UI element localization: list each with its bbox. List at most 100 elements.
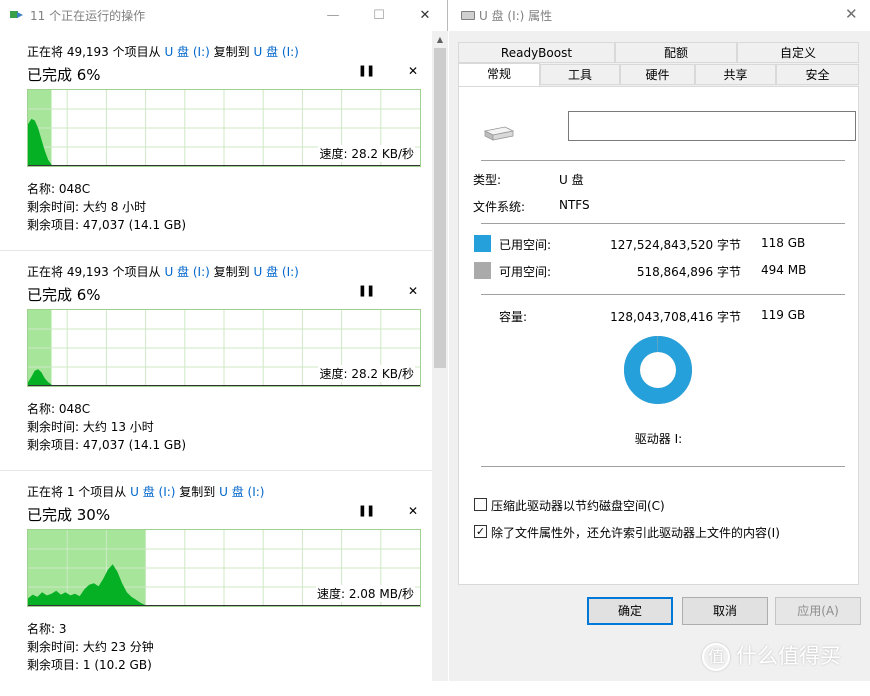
usb-drive-icon [483,126,515,141]
items-remaining-row: 剩余项目: 47,037 (14.1 GB) [27,216,186,234]
close-icon: ✕ [407,284,419,298]
used-space-swatch [474,235,491,252]
vertical-scrollbar[interactable]: ▲ [432,31,448,681]
tab-readyboost[interactable]: ReadyBoost [458,42,615,63]
name-label: 名称: [27,182,56,196]
cancel-button[interactable]: 取消 [682,597,768,625]
compress-drive-label[interactable]: 压缩此驱动器以节约磁盘空间(C) [491,497,665,514]
items-remaining-row: 剩余项目: 47,037 (14.1 GB) [27,436,186,454]
items-remaining-label: 剩余项目: [27,218,80,232]
used-space-bytes: 127,524,843,520 字节 [610,238,741,252]
operation-headline: 正在将 49,193 个项目从 U 盘 (I:) 复制到 U 盘 (I:) [27,263,299,280]
speed-label: 速度: [316,587,345,601]
type-value: U 盘 [559,173,584,187]
time-remaining-value: 大约 8 小时 [82,200,147,214]
drive-properties-window: U 盘 (I:) 属性 ✕ ReadyBoost 配额 自定义 工具 硬件 共享… [449,0,870,681]
operation-headline: 正在将 49,193 个项目从 U 盘 (I:) 复制到 U 盘 (I:) [27,43,299,60]
compress-drive-checkbox[interactable] [474,498,487,511]
destination-link[interactable]: U 盘 (I:) [253,45,298,59]
speed-label: 速度: [319,147,348,161]
disk-usage-donut [624,336,692,404]
properties-title: U 盘 (I:) 属性 [479,9,553,23]
cancel-operation-button[interactable]: ✕ [403,504,423,522]
close-icon[interactable]: ✕ [845,5,858,23]
name-value: 048C [58,182,91,196]
minimize-button[interactable]: — [310,0,356,31]
name-label: 名称: [27,402,56,416]
copy-window-titlebar[interactable]: 11 个正在运行的操作 — ☐ ✕ [0,0,448,31]
used-space-label: 已用空间: [499,238,552,252]
items-remaining-row: 剩余项目: 1 (10.2 GB) [27,656,154,674]
divider [481,466,845,467]
properties-titlebar[interactable]: U 盘 (I:) 属性 ✕ [449,0,870,31]
tab-quota[interactable]: 配额 [615,42,737,63]
copy-operation-3: 正在将 1 个项目从 U 盘 (I:) 复制到 U 盘 (I:) 已完成 30% ❚… [0,476,432,696]
time-remaining-label: 剩余时间: [27,640,80,654]
time-remaining-row: 剩余时间: 大约 23 分钟 [27,638,154,656]
divider [0,470,432,471]
free-space-bytes: 518,864,896 字节 [636,265,741,279]
divider [481,223,845,224]
watermark-text: 什么值得买 [736,644,841,668]
drive-name-input[interactable] [568,111,856,141]
divider [0,250,432,251]
apply-button[interactable]: 应用(A) [775,597,861,625]
headline-mid: 复制到 [213,265,250,279]
percent-complete: 已完成 6% [27,286,101,304]
cancel-operation-button[interactable]: ✕ [403,284,423,302]
headline-prefix: 正在将 49,193 个项目从 [27,265,161,279]
watermark: 值什么值得买 [702,640,841,671]
name-row: 名称: 048C [27,180,186,198]
free-space-swatch [474,262,491,279]
ok-button[interactable]: 确定 [587,597,673,625]
headline-prefix: 正在将 49,193 个项目从 [27,45,161,59]
copy-operation-2: 正在将 49,193 个项目从 U 盘 (I:) 复制到 U 盘 (I:) 已完成… [0,256,432,476]
items-remaining-value: 47,037 (14.1 GB) [82,218,187,232]
time-remaining-label: 剩余时间: [27,200,80,214]
pause-icon: ❚❚ [357,504,375,517]
pause-icon: ❚❚ [357,284,375,297]
time-remaining-row: 剩余时间: 大约 13 小时 [27,418,186,436]
index-contents-label[interactable]: 除了文件属性外，还允许索引此驱动器上文件的内容(I) [491,524,780,541]
source-link[interactable]: U 盘 (I:) [164,265,209,279]
used-space-ring [624,336,692,404]
tab-security[interactable]: 安全 [776,64,859,85]
time-remaining-label: 剩余时间: [27,420,80,434]
time-remaining-value: 大约 13 小时 [82,420,154,434]
drive-letter-label: 驱动器 I: [634,432,683,446]
general-tab-panel: 类型: U 盘 文件系统: NTFS 已用空间: 127,524,843,520… [458,86,859,585]
filesystem-value: NTFS [559,198,590,212]
maximize-button[interactable]: ☐ [356,0,402,31]
operation-details: 名称: 048C 剩余时间: 大约 8 小时 剩余项目: 47,037 (14.1 … [27,180,186,234]
tab-hardware[interactable]: 硬件 [620,64,695,85]
copy-operation-1: 正在将 49,193 个项目从 U 盘 (I:) 复制到 U 盘 (I:) 已完成… [0,36,432,256]
type-label: 类型: [473,173,502,187]
tab-tools[interactable]: 工具 [540,64,620,85]
close-button[interactable]: ✕ [402,0,448,31]
tab-sharing[interactable]: 共享 [695,64,776,85]
source-link[interactable]: U 盘 (I:) [130,485,175,499]
source-link[interactable]: U 盘 (I:) [164,45,209,59]
capacity-label: 容量: [499,310,528,324]
tab-general[interactable]: 常规 [458,63,540,86]
name-label: 名称: [27,622,56,636]
destination-link[interactable]: U 盘 (I:) [219,485,264,499]
destination-link[interactable]: U 盘 (I:) [253,265,298,279]
pause-button[interactable]: ❚❚ [356,284,376,302]
index-contents-checkbox[interactable]: ✓ [474,525,487,538]
cancel-operation-button[interactable]: ✕ [403,64,423,82]
tab-customize[interactable]: 自定义 [737,42,859,63]
free-space-size: 494 MB [761,263,807,277]
watermark-logo: 值 [702,643,730,671]
pause-icon: ❚❚ [357,64,375,77]
pause-button[interactable]: ❚❚ [356,504,376,522]
scrollbar-thumb[interactable] [434,48,446,368]
divider [481,160,845,161]
speed-label: 速度: [319,367,348,381]
scroll-up-arrow-icon[interactable]: ▲ [432,31,448,48]
pause-button[interactable]: ❚❚ [356,64,376,82]
items-remaining-value: 47,037 (14.1 GB) [82,438,187,452]
copy-progress-window: 11 个正在运行的操作 — ☐ ✕ 正在将 49,193 个项目从 U 盘 (I… [0,0,448,681]
headline-prefix: 正在将 1 个项目从 [27,485,127,499]
items-remaining-label: 剩余项目: [27,658,80,672]
